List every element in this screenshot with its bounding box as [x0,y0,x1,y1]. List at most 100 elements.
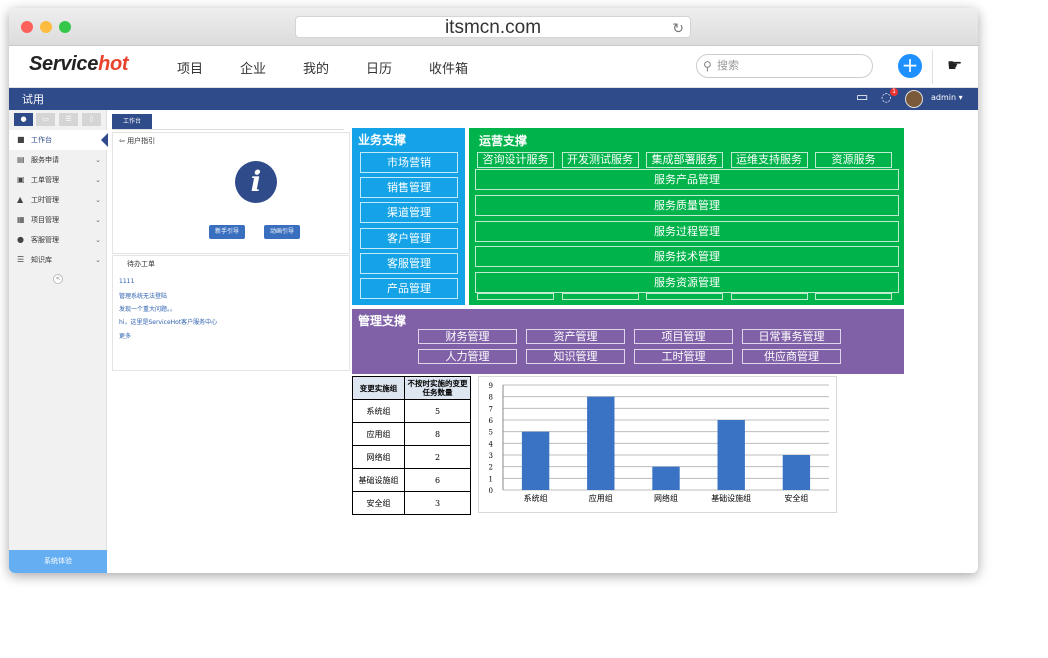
management-item[interactable]: 财务管理 [418,329,517,344]
operations-row-item[interactable]: 服务过程管理 [475,220,899,242]
close-window-dot[interactable] [21,21,33,33]
y-tick-label: 9 [489,382,493,390]
book-icon[interactable]: ▭ [856,90,868,105]
sidebar-item[interactable]: ▣ 工单管理 ⌄ [9,170,107,190]
y-tick-label: 5 [489,429,493,437]
chevron-down-icon: ⌄ [95,256,101,264]
business-item[interactable]: 市场营销 [360,152,458,173]
beginner-guide-button[interactable]: 新手引导 [209,225,245,239]
y-tick-label: 3 [489,452,493,460]
todo-item[interactable]: 发现一个重大问题。。 [119,304,176,313]
avatar[interactable] [905,90,923,108]
operations-row-item[interactable]: 服务质量管理 [475,194,899,216]
sidebar-item-label: 知识库 [31,256,52,264]
table-cell-count: 8 [404,422,471,446]
hand-icon[interactable]: ☛ [947,56,962,76]
management-support-panel: 管理支撑 财务管理 资产管理 项目管理 日常事务管理 人力管理 知识管理 工时管理 供应商管理 [352,309,904,374]
sidebar-item[interactable]: ■ 工作台 [9,130,108,150]
sidebar-item[interactable]: ▤ 服务申请 ⌄ [9,150,107,170]
sidebar-item-label: 服务申请 [31,156,59,164]
app-header: Servicehot 项目 企业 我的 日历 收件箱 ⚲ 搜索 + ☛ [9,46,978,88]
operations-service-item[interactable]: 资源服务 [815,152,892,168]
management-item[interactable]: 资产管理 [526,329,625,344]
search-input[interactable]: ⚲ 搜索 [696,54,873,78]
table-cell-group: 网络组 [352,445,405,469]
operations-column-bottom [815,293,892,300]
reload-icon[interactable]: ↻ [672,18,684,39]
operations-row-item[interactable]: 服务产品管理 [475,169,899,190]
sidebar-item-label: 项目管理 [31,216,59,224]
management-item[interactable]: 项目管理 [634,329,733,344]
management-item[interactable]: 知识管理 [526,349,625,364]
management-item[interactable]: 日常事务管理 [742,329,841,344]
operations-service-item[interactable]: 运维支持服务 [730,152,808,168]
user-guide-title: ⇦ 用户指引 [119,137,156,145]
sidebar-item[interactable]: ▦ 项目管理 ⌄ [9,210,107,230]
sidebar-item-label: 工作台 [31,136,52,144]
x-tick-label: 基础设施组 [711,493,751,503]
sidebar-item[interactable]: ▲ 工时管理 ⌄ [9,190,107,210]
sidebar-tab-monitor[interactable]: ▭ [36,113,55,126]
bar [521,431,550,490]
todo-item[interactable]: 管理系统无法登陆 [119,291,167,300]
x-tick-label: 安全组 [784,493,808,503]
table-header-count: 不按时实施的变更任务数量 [404,376,471,400]
collapse-sidebar-icon[interactable]: < [53,274,63,284]
nav-projects[interactable]: 项目 [177,58,203,77]
operations-support-title: 运营支撑 [479,134,528,148]
business-item[interactable]: 销售管理 [360,177,458,199]
minimize-window-dot[interactable] [40,21,52,33]
todo-item[interactable]: 1111 [119,278,134,285]
table-row: 网络组 2 [352,445,471,469]
operations-service-item[interactable]: 咨询设计服务 [477,152,554,168]
operations-support-panel: 运营支撑 咨询设计服务 开发测试服务 集成部署服务 运维支持服务 资源服务 服务产品管理服… [469,128,904,305]
operations-row-item[interactable]: 服务资源管理 [475,272,899,294]
nav-enterprise[interactable]: 企业 [240,58,266,77]
nav-inbox[interactable]: 收件箱 [429,58,468,77]
nav-mine[interactable]: 我的 [303,58,329,77]
header-divider [932,50,933,84]
sidebar-item[interactable]: ● 客服管理 ⌄ [9,230,107,250]
table-header-group: 变更实施组 [352,376,405,400]
operations-column-bottom [561,293,639,300]
add-button[interactable]: + [898,54,922,78]
chevron-down-icon: ⌄ [95,236,101,244]
y-tick-label: 0 [489,487,493,495]
animation-guide-button[interactable]: 动画引导 [264,225,300,239]
rss-icon: ▣ [17,175,25,184]
business-item[interactable]: 渠道管理 [360,202,458,224]
nav-calendar[interactable]: 日历 [366,58,392,77]
user-icon: ● [17,235,24,244]
business-item[interactable]: 客户管理 [360,227,458,249]
chevron-down-icon: ⌄ [95,196,101,204]
more-link[interactable]: 更多 [119,331,131,340]
user-menu[interactable]: admin ▾ [931,93,963,102]
operations-row-item[interactable]: 服务技术管理 [475,246,899,268]
x-tick-label: 应用组 [589,493,613,503]
system-experience-button[interactable]: 系统体验 [9,550,107,573]
table-row: 基础设施组 6 [352,468,471,492]
table-cell-group: 基础设施组 [352,468,405,492]
url-text: itsmcn.com [444,17,542,38]
sidebar-tab-user[interactable]: ● [14,113,33,126]
servicehot-logo[interactable]: Servicehot [29,53,129,76]
sidebar-tab-bell[interactable]: ◊ [82,113,101,126]
business-item[interactable]: 客服管理 [360,252,458,274]
todo-card: 待办工单 1111 管理系统无法登陆 发现一个重大问题。。 hi，这里是Serv… [112,255,350,371]
operations-service-item[interactable]: 开发测试服务 [561,152,639,168]
business-item[interactable]: 产品管理 [360,278,458,299]
management-item[interactable]: 供应商管理 [742,349,841,364]
tab-workbench[interactable]: 工作台 [112,114,152,130]
sidebar-item-label: 客服管理 [31,236,59,244]
operations-service-item[interactable]: 集成部署服务 [646,152,723,168]
management-item[interactable]: 工时管理 [634,349,733,364]
management-item[interactable]: 人力管理 [418,349,517,364]
todo-item[interactable]: hi，这里是ServiceHot客户服务中心 [119,317,217,326]
x-tick-label: 网络组 [654,493,678,503]
chevron-down-icon: ⌄ [95,176,101,184]
address-bar[interactable]: itsmcn.com ↻ [295,16,691,38]
zoom-window-dot[interactable] [59,21,71,33]
sidebar-tab-list[interactable]: ☰ [59,113,78,126]
table-cell-group: 应用组 [352,422,405,446]
sidebar-item[interactable]: ☰ 知识库 ⌄ [9,250,107,270]
